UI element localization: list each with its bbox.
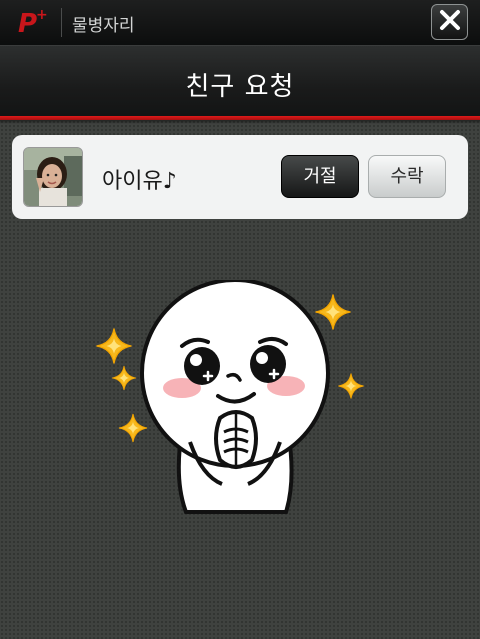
friend-request-card: 아이유♪ 거절 수락	[12, 135, 468, 219]
title-shadow	[0, 120, 480, 124]
sparkle-icon	[337, 372, 365, 400]
reject-button[interactable]: 거절	[281, 155, 359, 198]
title-bar: 친구 요청	[0, 45, 480, 116]
svg-text:+: +	[36, 7, 48, 23]
svg-text:P: P	[18, 9, 37, 38]
page-title: 친구 요청	[185, 72, 295, 102]
friend-name: 아이유♪	[102, 169, 177, 194]
sparkle-icon	[314, 293, 352, 331]
header-divider	[61, 8, 62, 37]
accept-button[interactable]: 수락	[368, 155, 446, 198]
close-icon	[439, 9, 461, 35]
p-plus-logo-icon: P +	[16, 6, 50, 39]
sparkle-icon	[95, 327, 133, 365]
app-name: 물병자리	[72, 16, 135, 36]
sparkle-icon	[111, 365, 137, 391]
sparkle-icon	[118, 413, 148, 443]
avatar[interactable]	[23, 147, 83, 207]
moon-character-sticker	[90, 278, 380, 520]
close-button[interactable]	[431, 4, 468, 40]
top-bar: P + 물병자리	[0, 0, 480, 45]
